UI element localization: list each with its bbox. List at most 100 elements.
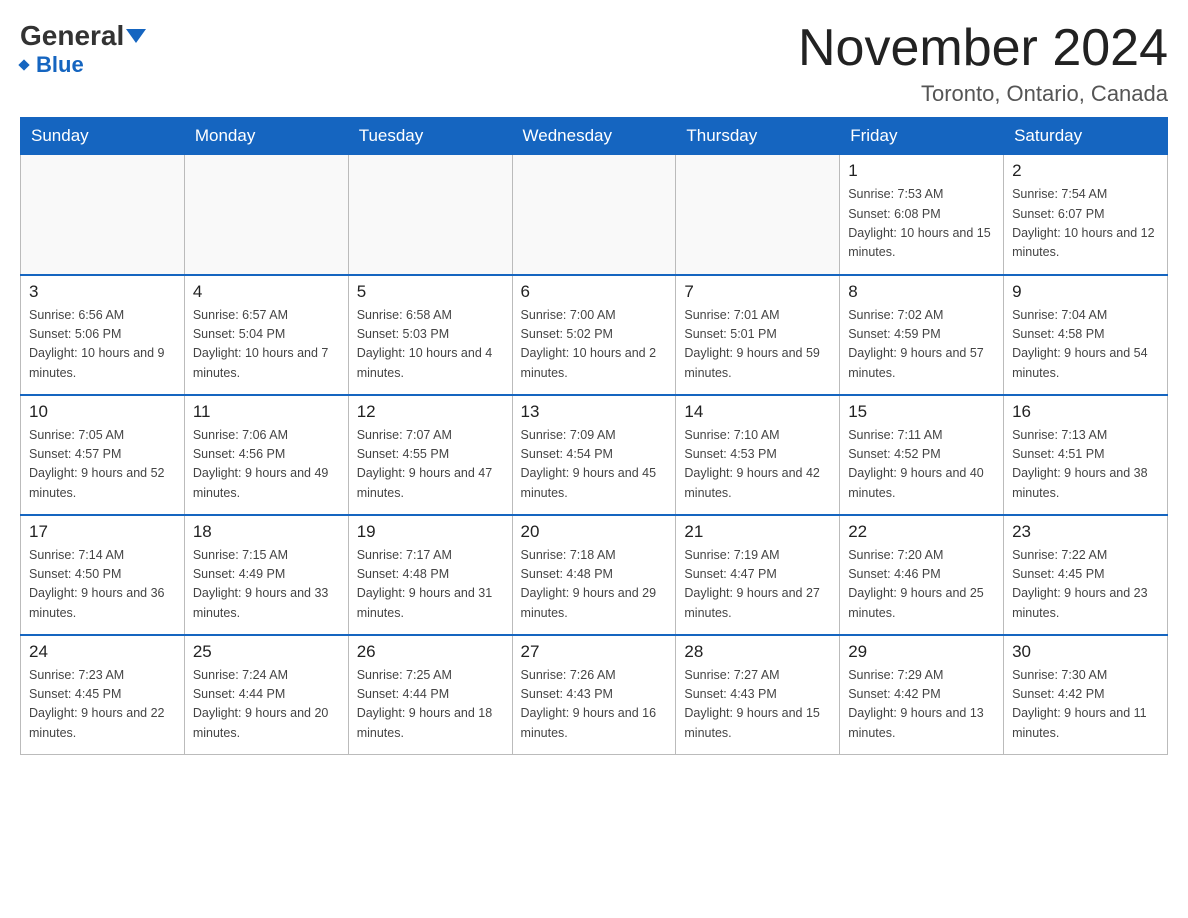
calendar-cell: 24 Sunrise: 7:23 AMSunset: 4:45 PMDayligh… bbox=[21, 635, 185, 755]
day-number: 29 bbox=[848, 642, 995, 662]
calendar-cell: 21 Sunrise: 7:19 AMSunset: 4:47 PMDayligh… bbox=[676, 515, 840, 635]
day-number: 9 bbox=[1012, 282, 1159, 302]
day-number: 28 bbox=[684, 642, 831, 662]
title-section: November 2024 Toronto, Ontario, Canada bbox=[798, 20, 1168, 107]
calendar-cell: 30 Sunrise: 7:30 AMSunset: 4:42 PMDayligh… bbox=[1004, 635, 1168, 755]
day-number: 3 bbox=[29, 282, 176, 302]
day-number: 20 bbox=[521, 522, 668, 542]
calendar-cell: 10 Sunrise: 7:05 AMSunset: 4:57 PMDayligh… bbox=[21, 395, 185, 515]
sun-info: Sunrise: 7:05 AMSunset: 4:57 PMDaylight:… bbox=[29, 426, 176, 504]
day-number: 21 bbox=[684, 522, 831, 542]
sun-info: Sunrise: 7:13 AMSunset: 4:51 PMDaylight:… bbox=[1012, 426, 1159, 504]
sun-info: Sunrise: 7:26 AMSunset: 4:43 PMDaylight:… bbox=[521, 666, 668, 744]
weekday-header-friday: Friday bbox=[840, 118, 1004, 155]
calendar-cell: 6 Sunrise: 7:00 AMSunset: 5:02 PMDaylight… bbox=[512, 275, 676, 395]
calendar-cell: 14 Sunrise: 7:10 AMSunset: 4:53 PMDayligh… bbox=[676, 395, 840, 515]
location-title: Toronto, Ontario, Canada bbox=[798, 81, 1168, 107]
weekday-header-saturday: Saturday bbox=[1004, 118, 1168, 155]
day-number: 10 bbox=[29, 402, 176, 422]
calendar-cell bbox=[676, 155, 840, 275]
day-number: 7 bbox=[684, 282, 831, 302]
day-number: 15 bbox=[848, 402, 995, 422]
calendar-cell: 18 Sunrise: 7:15 AMSunset: 4:49 PMDayligh… bbox=[184, 515, 348, 635]
calendar-cell: 17 Sunrise: 7:14 AMSunset: 4:50 PMDayligh… bbox=[21, 515, 185, 635]
calendar-cell bbox=[21, 155, 185, 275]
calendar-cell: 5 Sunrise: 6:58 AMSunset: 5:03 PMDaylight… bbox=[348, 275, 512, 395]
day-number: 17 bbox=[29, 522, 176, 542]
calendar-cell: 28 Sunrise: 7:27 AMSunset: 4:43 PMDayligh… bbox=[676, 635, 840, 755]
day-number: 4 bbox=[193, 282, 340, 302]
sun-info: Sunrise: 7:23 AMSunset: 4:45 PMDaylight:… bbox=[29, 666, 176, 744]
day-number: 11 bbox=[193, 402, 340, 422]
weekday-header-monday: Monday bbox=[184, 118, 348, 155]
calendar-cell: 3 Sunrise: 6:56 AMSunset: 5:06 PMDaylight… bbox=[21, 275, 185, 395]
sun-info: Sunrise: 7:30 AMSunset: 4:42 PMDaylight:… bbox=[1012, 666, 1159, 744]
sun-info: Sunrise: 7:02 AMSunset: 4:59 PMDaylight:… bbox=[848, 306, 995, 384]
calendar-cell: 16 Sunrise: 7:13 AMSunset: 4:51 PMDayligh… bbox=[1004, 395, 1168, 515]
weekday-header-sunday: Sunday bbox=[21, 118, 185, 155]
day-number: 24 bbox=[29, 642, 176, 662]
sun-info: Sunrise: 7:25 AMSunset: 4:44 PMDaylight:… bbox=[357, 666, 504, 744]
calendar-cell: 23 Sunrise: 7:22 AMSunset: 4:45 PMDayligh… bbox=[1004, 515, 1168, 635]
calendar-cell: 12Sunrise: 7:07 AMSunset: 4:55 PMDayligh… bbox=[348, 395, 512, 515]
day-number: 1 bbox=[848, 161, 995, 181]
sun-info: Sunrise: 7:15 AMSunset: 4:49 PMDaylight:… bbox=[193, 546, 340, 624]
calendar-cell: 27Sunrise: 7:26 AMSunset: 4:43 PMDayligh… bbox=[512, 635, 676, 755]
sun-info: Sunrise: 7:24 AMSunset: 4:44 PMDaylight:… bbox=[193, 666, 340, 744]
sun-info: Sunrise: 7:53 AMSunset: 6:08 PMDaylight:… bbox=[848, 185, 995, 263]
sun-info: Sunrise: 6:57 AMSunset: 5:04 PMDaylight:… bbox=[193, 306, 340, 384]
calendar-cell: 4 Sunrise: 6:57 AMSunset: 5:04 PMDaylight… bbox=[184, 275, 348, 395]
calendar-header-row: SundayMondayTuesdayWednesdayThursdayFrid… bbox=[21, 118, 1168, 155]
day-number: 16 bbox=[1012, 402, 1159, 422]
day-number: 8 bbox=[848, 282, 995, 302]
sun-info: Sunrise: 7:00 AMSunset: 5:02 PMDaylight:… bbox=[521, 306, 668, 384]
day-number: 23 bbox=[1012, 522, 1159, 542]
sun-info: Sunrise: 7:10 AMSunset: 4:53 PMDaylight:… bbox=[684, 426, 831, 504]
calendar-cell: 1 Sunrise: 7:53 AMSunset: 6:08 PMDaylight… bbox=[840, 155, 1004, 275]
sun-info: Sunrise: 7:11 AMSunset: 4:52 PMDaylight:… bbox=[848, 426, 995, 504]
logo-arrow-icon bbox=[126, 29, 146, 43]
calendar-table: SundayMondayTuesdayWednesdayThursdayFrid… bbox=[20, 117, 1168, 755]
sun-info: Sunrise: 7:14 AMSunset: 4:50 PMDaylight:… bbox=[29, 546, 176, 624]
logo-general-text: General bbox=[20, 20, 146, 52]
sun-info: Sunrise: 6:56 AMSunset: 5:06 PMDaylight:… bbox=[29, 306, 176, 384]
sun-info: Sunrise: 7:54 AMSunset: 6:07 PMDaylight:… bbox=[1012, 185, 1159, 263]
calendar-cell: 20Sunrise: 7:18 AMSunset: 4:48 PMDayligh… bbox=[512, 515, 676, 635]
day-number: 25 bbox=[193, 642, 340, 662]
sun-info: Sunrise: 7:19 AMSunset: 4:47 PMDaylight:… bbox=[684, 546, 831, 624]
logo-diamond-icon bbox=[18, 59, 29, 70]
sun-info: Sunrise: 7:17 AMSunset: 4:48 PMDaylight:… bbox=[357, 546, 504, 624]
sun-info: Sunrise: 6:58 AMSunset: 5:03 PMDaylight:… bbox=[357, 306, 504, 384]
calendar-cell: 8 Sunrise: 7:02 AMSunset: 4:59 PMDaylight… bbox=[840, 275, 1004, 395]
calendar-week-row: 10 Sunrise: 7:05 AMSunset: 4:57 PMDayligh… bbox=[21, 395, 1168, 515]
day-number: 14 bbox=[684, 402, 831, 422]
calendar-cell: 13 Sunrise: 7:09 AMSunset: 4:54 PMDayligh… bbox=[512, 395, 676, 515]
calendar-cell bbox=[184, 155, 348, 275]
calendar-cell: 19 Sunrise: 7:17 AMSunset: 4:48 PMDayligh… bbox=[348, 515, 512, 635]
sun-info: Sunrise: 7:01 AMSunset: 5:01 PMDaylight:… bbox=[684, 306, 831, 384]
sun-info: Sunrise: 7:04 AMSunset: 4:58 PMDaylight:… bbox=[1012, 306, 1159, 384]
logo-blue-label: Blue bbox=[36, 52, 84, 78]
calendar-cell: 7 Sunrise: 7:01 AMSunset: 5:01 PMDaylight… bbox=[676, 275, 840, 395]
day-number: 19 bbox=[357, 522, 504, 542]
calendar-week-row: 1 Sunrise: 7:53 AMSunset: 6:08 PMDaylight… bbox=[21, 155, 1168, 275]
page-header: General Blue November 2024 Toronto, Onta… bbox=[20, 20, 1168, 107]
day-number: 18 bbox=[193, 522, 340, 542]
day-number: 2 bbox=[1012, 161, 1159, 181]
day-number: 5 bbox=[357, 282, 504, 302]
calendar-week-row: 17 Sunrise: 7:14 AMSunset: 4:50 PMDayligh… bbox=[21, 515, 1168, 635]
sun-info: Sunrise: 7:22 AMSunset: 4:45 PMDaylight:… bbox=[1012, 546, 1159, 624]
calendar-cell: 9 Sunrise: 7:04 AMSunset: 4:58 PMDaylight… bbox=[1004, 275, 1168, 395]
calendar-week-row: 24 Sunrise: 7:23 AMSunset: 4:45 PMDayligh… bbox=[21, 635, 1168, 755]
sun-info: Sunrise: 7:09 AMSunset: 4:54 PMDaylight:… bbox=[521, 426, 668, 504]
calendar-cell bbox=[348, 155, 512, 275]
calendar-cell: 22Sunrise: 7:20 AMSunset: 4:46 PMDayligh… bbox=[840, 515, 1004, 635]
weekday-header-tuesday: Tuesday bbox=[348, 118, 512, 155]
sun-info: Sunrise: 7:27 AMSunset: 4:43 PMDaylight:… bbox=[684, 666, 831, 744]
calendar-cell bbox=[512, 155, 676, 275]
day-number: 13 bbox=[521, 402, 668, 422]
day-number: 30 bbox=[1012, 642, 1159, 662]
calendar-cell: 25 Sunrise: 7:24 AMSunset: 4:44 PMDayligh… bbox=[184, 635, 348, 755]
calendar-cell: 29Sunrise: 7:29 AMSunset: 4:42 PMDayligh… bbox=[840, 635, 1004, 755]
day-number: 6 bbox=[521, 282, 668, 302]
